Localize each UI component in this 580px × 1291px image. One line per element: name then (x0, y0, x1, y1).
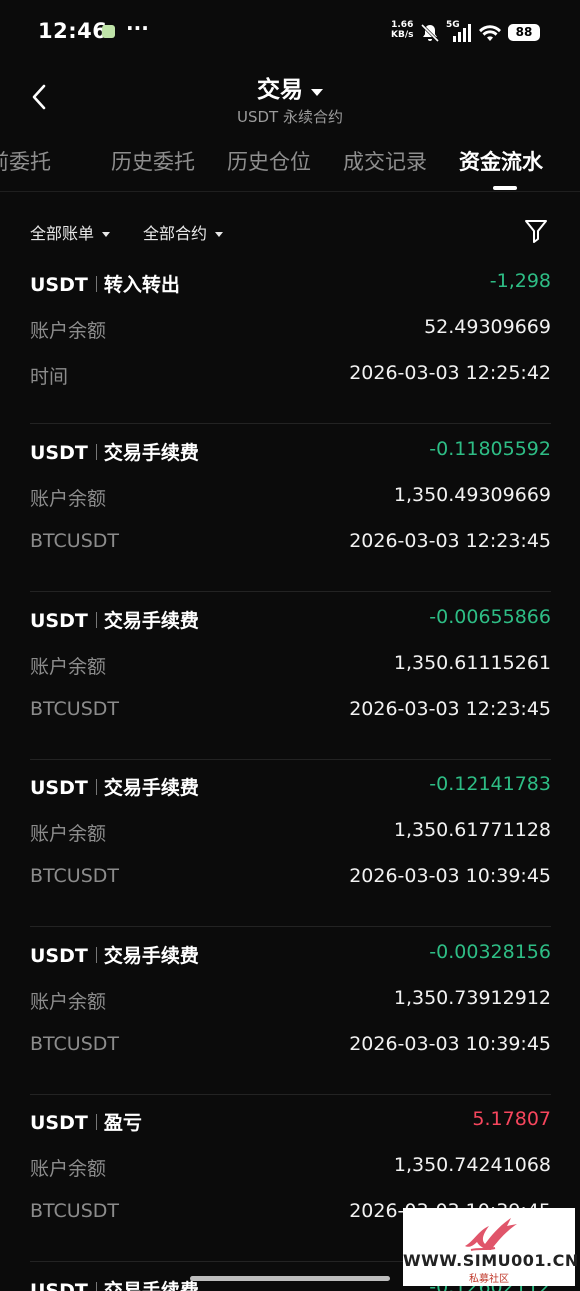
separator (95, 1282, 97, 1291)
record-asset: USDT (30, 777, 88, 799)
title-dropdown[interactable]: 交易 (0, 70, 580, 104)
contract-filter-dropdown[interactable]: 全部合约 (143, 220, 224, 244)
status-time: 12:46 (38, 19, 108, 43)
record-time: 2026-03-03 12:23:45 (349, 698, 551, 720)
record-time: 2026-03-03 10:39:45 (349, 1033, 551, 1055)
list-item[interactable]: USDT 交易手续费 -0.00328156 账户余额 1,350.7391291… (30, 927, 551, 1095)
caret-down-icon (215, 232, 224, 237)
record-title: USDT 盈亏 (30, 1108, 142, 1135)
balance-label: 账户余额 (30, 320, 107, 342)
tab-fund-flow[interactable]: 资金流水 (459, 146, 543, 176)
separator (95, 779, 97, 795)
record-amount: 5.17807 (472, 1108, 551, 1130)
wifi-icon (479, 25, 501, 41)
record-type: 盈亏 (103, 1112, 142, 1134)
balance-label: 账户余额 (30, 656, 107, 678)
home-indicator[interactable] (190, 1276, 390, 1281)
record-type: 交易手续费 (103, 945, 199, 967)
record-asset: USDT (30, 945, 88, 967)
status-icons: 5G (420, 20, 502, 46)
record-amount: -1,298 (489, 270, 551, 292)
record-title: USDT 交易手续费 (30, 773, 199, 800)
account-filter-dropdown[interactable]: 全部账单 (30, 220, 111, 244)
page-title: 交易 (257, 77, 303, 103)
record-type: 交易手续费 (103, 777, 199, 799)
list-item[interactable]: USDT 转入转出 -1,298 账户余额 52.49309669 时间 2026… (30, 256, 551, 424)
record-time: 2026-03-03 10:39:45 (349, 865, 551, 887)
balance-value: 52.49309669 (424, 316, 551, 338)
record-asset: USDT (30, 274, 88, 296)
record-amount: -0.00655866 (429, 606, 551, 628)
status-bar: 12:46 ··· 1.66 KB/s 5G 88 (0, 0, 580, 64)
account-filter-label: 全部账单 (30, 224, 95, 243)
tab-order-history[interactable]: 历史委托 (111, 146, 195, 176)
balance-label: 账户余额 (30, 991, 107, 1013)
network-speed-unit: KB/s (391, 30, 414, 40)
record-type: 转入转出 (103, 274, 180, 296)
caret-down-icon (102, 232, 111, 237)
record-title: USDT 交易手续费 (30, 1276, 199, 1291)
record-title: USDT 交易手续费 (30, 606, 199, 633)
record-symbol: BTCUSDT (30, 698, 119, 720)
record-symbol: BTCUSDT (30, 530, 119, 552)
tab-current-orders[interactable]: 前委托 (0, 146, 51, 176)
tab-position-history[interactable]: 历史仓位 (227, 146, 311, 176)
bell-off-icon (420, 23, 440, 43)
separator (95, 947, 97, 963)
record-symbol: BTCUSDT (30, 865, 119, 887)
record-type: 交易手续费 (103, 442, 199, 464)
filter-funnel-icon[interactable] (524, 218, 548, 244)
record-extra-label: 时间 (30, 366, 69, 388)
watermark-caption: 私募社区 (469, 1274, 509, 1285)
record-symbol: BTCUSDT (30, 1033, 119, 1055)
record-time: 2026-03-03 12:25:42 (349, 362, 551, 384)
filter-bar: 全部账单 全部合约 (0, 212, 580, 252)
balance-label: 账户余额 (30, 823, 107, 845)
app-notification-icon (102, 25, 115, 38)
separator (95, 1114, 97, 1130)
watermark: WWW.SIMU001.CN 私募社区 (403, 1208, 579, 1286)
watermark-url: WWW.SIMU001.CN (403, 1251, 579, 1270)
record-asset: USDT (30, 1280, 88, 1291)
record-asset: USDT (30, 610, 88, 632)
balance-label: 账户余额 (30, 1158, 107, 1180)
separator (95, 612, 97, 628)
more-notifications-icon: ··· (126, 16, 149, 40)
top-navigation: 交易 USDT 永续合约 (0, 64, 580, 134)
record-time: 2026-03-03 12:23:45 (349, 530, 551, 552)
record-asset: USDT (30, 1112, 88, 1134)
network-speed-value: 1.66 (391, 20, 414, 30)
record-tabs: 前委托 历史委托 历史仓位 成交记录 资金流水 (0, 138, 580, 192)
battery-icon: 88 (508, 24, 540, 41)
record-amount: -0.00328156 (429, 941, 551, 963)
balance-label: 账户余额 (30, 488, 107, 510)
balance-value: 1,350.49309669 (393, 484, 551, 506)
record-title: USDT 交易手续费 (30, 438, 199, 465)
watermark-logo-icon (465, 1218, 517, 1251)
active-tab-indicator (493, 186, 517, 190)
record-type: 交易手续费 (103, 610, 199, 632)
record-symbol: BTCUSDT (30, 1200, 119, 1222)
list-item[interactable]: USDT 交易手续费 -0.00655866 账户余额 1,350.6111526… (30, 592, 551, 760)
tab-trade-records[interactable]: 成交记录 (343, 146, 427, 176)
contract-filter-label: 全部合约 (143, 224, 208, 243)
record-title: USDT 转入转出 (30, 270, 180, 297)
balance-value: 1,350.74241068 (393, 1154, 551, 1176)
record-asset: USDT (30, 442, 88, 464)
record-amount: -0.11805592 (429, 438, 551, 460)
balance-value: 1,350.61115261 (393, 652, 551, 674)
separator (95, 276, 97, 292)
record-amount: -0.12141783 (429, 773, 551, 795)
network-speed: 1.66 KB/s (391, 20, 413, 40)
record-title: USDT 交易手续费 (30, 941, 199, 968)
separator (95, 444, 97, 460)
balance-value: 1,350.61771128 (393, 819, 551, 841)
balance-value: 1,350.73912912 (393, 987, 551, 1009)
record-type: 交易手续费 (103, 1280, 199, 1291)
signal-icon: 5G (446, 20, 472, 44)
page-subtitle: USDT 永续合约 (237, 108, 343, 126)
list-item[interactable]: USDT 交易手续费 -0.11805592 账户余额 1,350.4930966… (30, 424, 551, 592)
caret-down-icon (311, 89, 323, 96)
list-item[interactable]: USDT 交易手续费 -0.12141783 账户余额 1,350.6177112… (30, 759, 551, 927)
